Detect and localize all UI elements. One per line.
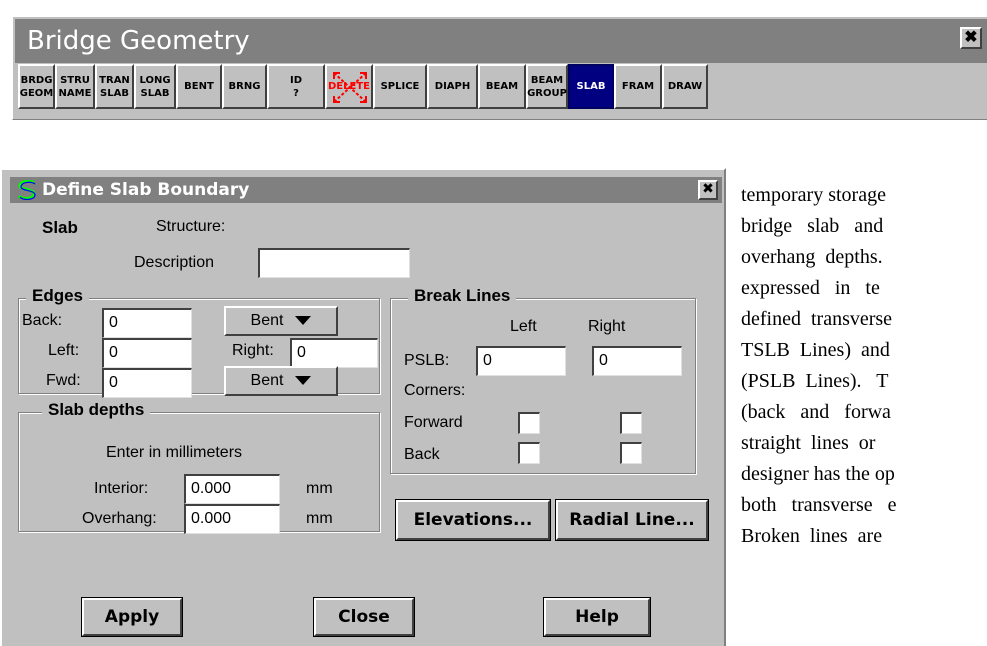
document-line: bridge slab and (741, 215, 884, 237)
radial-line-button[interactable]: Radial Line... (555, 499, 709, 541)
slab-depths-legend: Slab depths (42, 400, 151, 420)
forward-right-checkbox[interactable] (620, 412, 642, 434)
s-logo-icon (17, 180, 36, 200)
id-query-label: ID ? (289, 74, 303, 99)
edges-legend: Edges (26, 286, 90, 306)
long-slab-label: LONG SLAB (139, 74, 171, 99)
document-line: straight lines or (741, 432, 876, 454)
dialog-title-bar: Define Slab Boundary ✖ (10, 177, 722, 203)
back-label: Back: (22, 312, 63, 329)
dialog-title: Define Slab Boundary (42, 180, 250, 200)
brng-button[interactable]: BRNG (222, 64, 267, 109)
chevron-down-icon (295, 316, 312, 326)
chevron-down-icon (295, 376, 312, 386)
fwd-edge-type-value: Bent (250, 372, 284, 389)
right-column-header: Right (588, 318, 626, 335)
fwd-label: Fwd: (46, 372, 81, 389)
dialog-close-icon[interactable]: ✖ (698, 180, 718, 200)
document-line: defined transverse (741, 308, 893, 330)
document-line: overhang depths. (741, 246, 883, 268)
splice-button[interactable]: SPLICE (373, 64, 427, 109)
back-right-checkbox[interactable] (620, 442, 642, 464)
left-edge-input[interactable]: 0 (102, 338, 192, 368)
brng-label: BRNG (228, 81, 261, 92)
overhang-depth-input[interactable]: 0.000 (184, 504, 280, 534)
interior-depth-input[interactable]: 0.000 (184, 474, 280, 504)
fwd-edge-input[interactable]: 0 (102, 368, 192, 398)
bent-label: BENT (184, 81, 214, 92)
draw-button[interactable]: DRAW (662, 64, 708, 109)
fwd-edge-type-dropdown[interactable]: Bent (224, 366, 338, 396)
pslb-label: PSLB: (404, 352, 450, 369)
close-button[interactable]: Close (313, 597, 415, 637)
beam-group-button[interactable]: BEAM GROUP (526, 64, 568, 109)
back-left-checkbox[interactable] (518, 442, 540, 464)
diaph-label: DIAPH (434, 81, 471, 92)
pslb-left-input[interactable]: 0 (476, 346, 566, 376)
millimeters-hint: Enter in millimeters (106, 444, 243, 461)
overhang-unit: mm (306, 510, 333, 527)
slab-button[interactable]: SLAB (568, 64, 614, 109)
brdg-geom-label: BRDG GEOM (19, 74, 54, 99)
interior-label: Interior: (94, 480, 149, 497)
left-label: Left: (48, 342, 80, 359)
tran-slab-label: TRAN SLAB (99, 74, 130, 99)
document-line: TSLB Lines) and (741, 339, 890, 361)
back-edge-type-value: Bent (250, 312, 284, 329)
interior-unit: mm (306, 480, 333, 497)
apply-button[interactable]: Apply (81, 597, 183, 637)
document-line: Broken lines are (741, 525, 883, 547)
bridge-geometry-close-icon[interactable]: ✖ (960, 27, 982, 49)
tran-slab-button[interactable]: TRAN SLAB (95, 64, 134, 109)
bridge-geometry-toolbar: BRDG GEOM STRU NAME TRAN SLAB LONG SLAB … (18, 64, 708, 109)
document-text: temporary storage bridge slab and overha… (741, 180, 987, 552)
delete-label: DELETE (328, 81, 370, 92)
document-line: temporary storage (741, 184, 886, 206)
right-edge-input[interactable]: 0 (290, 338, 378, 368)
document-line: designer has the op (741, 463, 895, 485)
back-edge-type-dropdown[interactable]: Bent (224, 306, 338, 336)
stru-name-label: STRU NAME (58, 74, 92, 99)
structure-label: Structure: (156, 218, 226, 235)
corners-label: Corners: (404, 382, 466, 399)
elevations-button[interactable]: Elevations... (395, 499, 551, 541)
bent-button[interactable]: BENT (176, 64, 222, 109)
document-line: (PSLB Lines). T (741, 370, 889, 392)
pslb-right-input[interactable]: 0 (592, 346, 682, 376)
fram-button[interactable]: FRAM (614, 64, 662, 109)
left-column-header: Left (510, 318, 537, 335)
splice-label: SPLICE (380, 81, 420, 92)
delete-button[interactable]: DELETE (325, 64, 373, 109)
beam-button[interactable]: BEAM (478, 64, 526, 109)
brdg-geom-button[interactable]: BRDG GEOM (18, 64, 55, 109)
stru-name-button[interactable]: STRU NAME (55, 64, 95, 109)
break-lines-legend: Break Lines (408, 286, 517, 306)
document-line: expressed in te (741, 277, 880, 299)
draw-label: DRAW (667, 81, 703, 92)
description-label: Description (134, 254, 215, 271)
back-edge-input[interactable]: 0 (102, 308, 192, 338)
back-corner-label: Back (404, 446, 440, 463)
long-slab-button[interactable]: LONG SLAB (134, 64, 176, 109)
document-line: (back and forwa (741, 401, 891, 423)
forward-left-checkbox[interactable] (518, 412, 540, 434)
define-slab-boundary-dialog: Define Slab Boundary ✖ Slab Structure: D… (0, 168, 726, 646)
beam-label: BEAM (485, 81, 519, 92)
right-label: Right: (232, 342, 274, 359)
beam-group-label: BEAM GROUP (527, 74, 567, 99)
id-query-button[interactable]: ID ? (267, 64, 325, 109)
bridge-geometry-title: Bridge Geometry (15, 19, 987, 63)
slab-heading: Slab (42, 218, 78, 237)
overhang-label: Overhang: (82, 510, 157, 527)
description-input[interactable] (258, 248, 410, 278)
slab-label: SLAB (576, 81, 606, 92)
fram-label: FRAM (621, 81, 655, 92)
forward-label: Forward (404, 414, 463, 431)
diaph-button[interactable]: DIAPH (427, 64, 478, 109)
document-line: both transverse e (741, 494, 897, 516)
help-button[interactable]: Help (543, 597, 651, 637)
